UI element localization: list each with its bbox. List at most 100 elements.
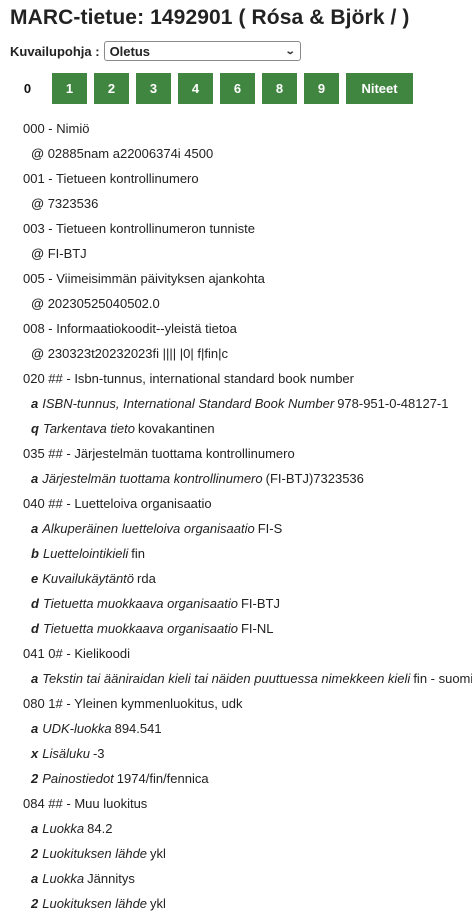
subfield-value: rda xyxy=(137,571,156,586)
subfield-value: 84.2 xyxy=(87,821,113,836)
marc-subfield: 2 Luokituksen lähde ykl xyxy=(31,891,166,916)
subfield-value: 894.541 xyxy=(114,721,162,736)
subfield-value: FI-NL xyxy=(240,621,274,636)
marc-subfield: a Luokka 84.2 xyxy=(31,816,112,841)
subfield-code: 2 xyxy=(31,846,39,861)
tab-9[interactable]: 9 xyxy=(304,73,339,104)
subfield-value: Jännitys xyxy=(87,871,135,886)
subfield-description: Luokka xyxy=(42,871,85,886)
subfield-code: @ xyxy=(31,246,44,261)
subfield-code: b xyxy=(31,546,39,561)
subfield-description: UDK-luokka xyxy=(42,721,112,736)
subfield-value: 7323536 xyxy=(47,196,99,211)
marc-record: 000 - Nimiö @02885nam a22006374i 4500 001 … xyxy=(0,104,472,917)
subfield-description: Luokka xyxy=(42,821,85,836)
subfield-code: 2 xyxy=(31,771,39,786)
subfield-value: fin xyxy=(131,546,145,561)
marc-subfield: 2 Painostiedot 1974/fin/fennica xyxy=(31,766,209,791)
marc-subfield: @02885nam a22006374i 4500 xyxy=(31,141,213,166)
marc-subfield: q Tarkentava tieto kovakantinen xyxy=(31,416,215,441)
view-select[interactable]: Oletus ⌄ xyxy=(103,41,301,61)
subfield-value: FI-BTJ xyxy=(47,246,87,261)
subfield-value: 20230525040502.0 xyxy=(47,296,160,311)
marc-subfield: a Järjestelmän tuottama kontrollinumero (F… xyxy=(31,466,364,491)
subfield-value: ykl xyxy=(150,896,166,911)
marc-subfield: @ FI-BTJ xyxy=(31,241,87,266)
marc-field-tag: 008 - Informaatiokoodit--yleistä tietoa xyxy=(23,321,237,336)
subfield-value: (FI-BTJ)7323536 xyxy=(265,471,364,486)
subfield-description: Luokituksen lähde xyxy=(42,896,148,911)
subfield-description: Kuvailukäytäntö xyxy=(42,571,135,586)
page: MARC-tietue: 1492901 ( Rósa & Björk / ) … xyxy=(0,0,472,917)
subfield-code: a xyxy=(31,396,39,411)
subfield-value: fin - suomi xyxy=(413,671,472,686)
subfield-description: Luettelointikieli xyxy=(42,546,129,561)
subfield-code: d xyxy=(31,621,39,636)
subfield-value: ykl xyxy=(150,846,166,861)
marc-subfield: a Tekstin tai ääniraidan kieli tai näiden… xyxy=(31,666,472,691)
subfield-code: a xyxy=(31,521,39,536)
tab-0[interactable]: 0 xyxy=(10,73,45,104)
tab-6[interactable]: 6 xyxy=(220,73,255,104)
subfield-code: @ xyxy=(31,146,44,161)
view-selector-row: Kuvailupohja : Oletus ⌄ xyxy=(10,40,301,62)
subfield-code: a xyxy=(31,871,39,886)
subfield-description: ISBN-tunnus, International Standard Book… xyxy=(42,396,335,411)
subfield-value: 1974/fin/fennica xyxy=(116,771,209,786)
subfield-value: 230323t20232023fi |||| |0| f|fin|c xyxy=(47,346,228,361)
tab-3[interactable]: 3 xyxy=(136,73,171,104)
subfield-value: 978-951-0-48127-1 xyxy=(337,396,449,411)
marc-field-tag: 001 - Tietueen kontrollinumero xyxy=(23,171,199,186)
subfield-description: Tarkentava tieto xyxy=(42,421,135,436)
marc-subfield: a ISBN-tunnus, International Standard Boo… xyxy=(31,391,449,416)
marc-field-tag: 041 0# - Kielikoodi xyxy=(23,646,130,661)
subfield-value: 02885nam a22006374i 4500 xyxy=(47,146,214,161)
marc-subfield: @7323536 xyxy=(31,191,98,216)
view-label: Kuvailupohja : xyxy=(10,43,100,59)
subfield-code: a xyxy=(31,671,39,686)
subfield-code: a xyxy=(31,721,39,736)
subfield-value: FI-S xyxy=(257,521,283,536)
tab-2[interactable]: 2 xyxy=(94,73,129,104)
page-title: MARC-tietue: 1492901 ( Rósa & Björk / ) xyxy=(10,6,410,29)
subfield-code: a xyxy=(31,471,39,486)
marc-subfield: d Tietuetta muokkaava organisaatio FI-NL xyxy=(31,616,273,641)
tab-8[interactable]: 8 xyxy=(262,73,297,104)
marc-field-tag: 000 - Nimiö xyxy=(23,121,90,136)
view-select-value: Oletus xyxy=(109,43,151,59)
subfield-description: Alkuperäinen luetteloiva organisaatio xyxy=(42,521,255,536)
subfield-description: Luokituksen lähde xyxy=(42,846,148,861)
marc-subfield: @230323t20232023fi |||| |0| f|fin|c xyxy=(31,341,228,366)
marc-subfield: a Alkuperäinen luetteloiva organisaatio FI… xyxy=(31,516,282,541)
subfield-code: @ xyxy=(31,346,44,361)
tab-4[interactable]: 4 xyxy=(178,73,213,104)
marc-subfield: e Kuvailukäytäntö rda xyxy=(31,566,156,591)
subfield-description: Tietuetta muokkaava organisaatio xyxy=(42,621,238,636)
marc-subfield: d Tietuetta muokkaava organisaatio FI-BTJ xyxy=(31,591,280,616)
marc-field-tag: 005 - Viimeisimmän päivityksen ajankohta xyxy=(23,271,265,286)
tab-1[interactable]: 1 xyxy=(52,73,87,104)
marc-subfield: a Luokka Jännitys xyxy=(31,866,135,891)
marc-field-tag: 020 ## - Isbn-tunnus, international stan… xyxy=(23,371,354,386)
subfield-value: kovakantinen xyxy=(137,421,215,436)
subfield-code: @ xyxy=(31,296,44,311)
subfield-code: 2 xyxy=(31,896,39,911)
subfield-code: a xyxy=(31,821,39,836)
subfield-description: Järjestelmän tuottama kontrollinumero xyxy=(42,471,263,486)
subfield-code: e xyxy=(31,571,39,586)
marc-subfield: 2 Luokituksen lähde ykl xyxy=(31,841,166,866)
subfield-code: q xyxy=(31,421,39,436)
subfield-description: Tekstin tai ääniraidan kieli tai näiden … xyxy=(42,671,411,686)
subfield-description: Tietuetta muokkaava organisaatio xyxy=(42,596,238,611)
subfield-value: -3 xyxy=(92,746,105,761)
marc-subfield: x Lisäluku -3 xyxy=(31,741,105,766)
marc-field-tag: 035 ## - Järjestelmän tuottama kontrolli… xyxy=(23,446,295,461)
tab-bar: 0 1 2 3 4 6 8 9 Niteet xyxy=(10,73,420,104)
subfield-value: FI-BTJ xyxy=(240,596,280,611)
marc-subfield: b Luettelointikieli fin xyxy=(31,541,145,566)
subfield-description: Painostiedot xyxy=(42,771,114,786)
subfield-code: @ xyxy=(31,196,44,211)
marc-field-tag: 084 ## - Muu luokitus xyxy=(23,796,148,811)
marc-subfield: @20230525040502.0 xyxy=(31,291,160,316)
tab-niteet[interactable]: Niteet xyxy=(346,73,413,104)
